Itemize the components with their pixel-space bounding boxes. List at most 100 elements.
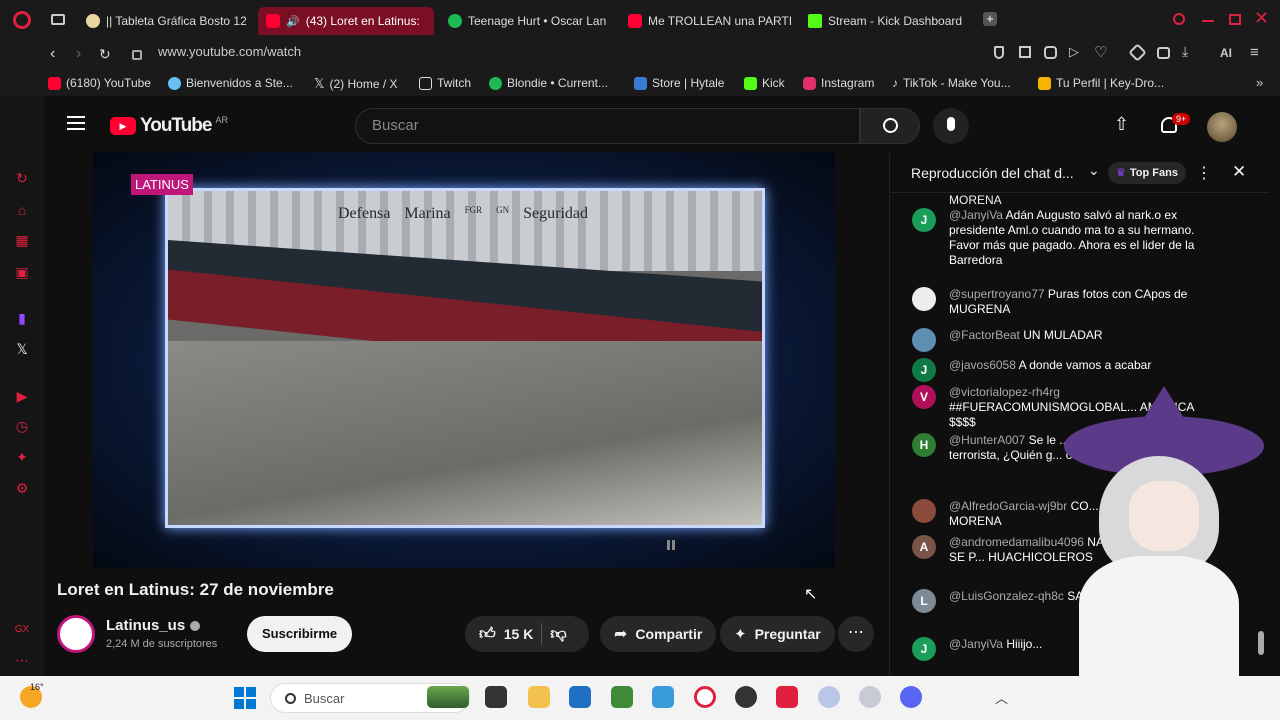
thumbs-down-icon[interactable]: 👎︎ bbox=[550, 625, 566, 644]
task-view-icon[interactable] bbox=[485, 686, 507, 708]
search-input[interactable]: Buscar bbox=[355, 108, 860, 144]
bookmark-steam[interactable]: Bienvenidos a Ste... bbox=[168, 76, 293, 90]
voice-search-button[interactable] bbox=[933, 108, 969, 144]
settings-icon[interactable]: ⚙ bbox=[14, 480, 30, 496]
tab-kick-dashboard[interactable]: Stream - Kick Dashboard bbox=[800, 7, 976, 35]
tiktok-taskbar-icon[interactable] bbox=[776, 686, 798, 708]
history-icon[interactable]: ◷ bbox=[14, 418, 30, 434]
messenger-icon[interactable]: ▣ bbox=[14, 264, 30, 280]
bookmark-twitch[interactable]: Twitch bbox=[419, 76, 471, 90]
new-tab-icon[interactable]: + bbox=[983, 12, 997, 26]
player-sidebar-icon[interactable]: ▶ bbox=[14, 388, 30, 404]
reload-icon[interactable]: ↻ bbox=[99, 46, 111, 63]
search-button[interactable] bbox=[860, 108, 920, 144]
search-tabs-icon[interactable] bbox=[1173, 13, 1185, 25]
tab-teenage-hurt[interactable]: Teenage Hurt • Oscar Lan bbox=[440, 7, 616, 35]
minimize-icon[interactable] bbox=[1202, 20, 1214, 22]
channel-name[interactable]: Latinus_us bbox=[106, 617, 201, 634]
avatar[interactable] bbox=[1207, 112, 1237, 142]
more-actions-button[interactable]: ⋯ bbox=[838, 616, 874, 652]
video-player[interactable]: LATINUS Defensa Marina FGR GN Seguridad bbox=[93, 152, 835, 568]
heart-icon[interactable]: ♡ bbox=[1094, 43, 1107, 61]
gx-icon[interactable]: GX bbox=[14, 622, 30, 638]
extensions-sidebar-icon[interactable]: ✦ bbox=[14, 449, 30, 465]
close-chat-icon[interactable]: ✕ bbox=[1232, 162, 1246, 182]
settings-app-icon[interactable] bbox=[859, 686, 881, 708]
snapshot-icon[interactable] bbox=[1019, 46, 1031, 58]
tab-me-trollean[interactable]: Me TROLLEAN una PARTI bbox=[620, 7, 796, 35]
forest-widget-icon[interactable] bbox=[427, 686, 469, 708]
share-button[interactable]: ➦ Compartir bbox=[600, 616, 717, 652]
download-icon[interactable]: ⤓ bbox=[1182, 43, 1188, 60]
tab-tableta[interactable]: || Tableta Gráfica Bosto 12 bbox=[78, 7, 254, 35]
subscribe-button[interactable]: Suscribirme bbox=[247, 616, 353, 652]
adblock-icon[interactable] bbox=[1044, 46, 1057, 59]
aria-icon[interactable]: ↻ bbox=[14, 170, 30, 186]
chat-author[interactable]: @HunterA007 bbox=[949, 433, 1025, 447]
minecraft-icon[interactable] bbox=[611, 686, 633, 708]
store-icon[interactable] bbox=[569, 686, 591, 708]
twitch-icon[interactable]: ▮ bbox=[14, 310, 30, 326]
tab-loret-latinus[interactable]: 🔊 (43) Loret en Latinus: bbox=[258, 7, 434, 35]
ai-button[interactable]: AI bbox=[1220, 46, 1232, 60]
close-window-icon[interactable]: ✕ bbox=[1254, 8, 1269, 29]
chat-author[interactable]: @JanyiVa bbox=[949, 637, 1003, 651]
chat-avatar[interactable]: H bbox=[912, 433, 936, 457]
chat-avatar[interactable] bbox=[912, 287, 936, 311]
back-icon[interactable]: ‹ bbox=[50, 45, 55, 63]
bookmark-instagram[interactable]: Instagram bbox=[803, 76, 874, 90]
bookmark-blondie[interactable]: Blondie • Current... bbox=[489, 76, 608, 90]
chat-avatar[interactable]: V bbox=[912, 385, 936, 409]
bookmark-youtube[interactable]: (6180) YouTube bbox=[48, 76, 151, 90]
notifications-button[interactable]: 9+ bbox=[1160, 113, 1191, 138]
menu-icon[interactable]: ≡ bbox=[1250, 44, 1259, 61]
like-button[interactable]: 👍︎ 15 K bbox=[479, 625, 533, 644]
chat-avatar[interactable] bbox=[912, 499, 936, 523]
ask-button[interactable]: ✦ Preguntar bbox=[720, 616, 835, 652]
bookmark-tiktok[interactable]: ♪ TikTok - Make You... bbox=[892, 76, 1011, 90]
top-fans-chip[interactable]: ♛ Top Fans bbox=[1108, 162, 1186, 184]
upload-icon[interactable]: ⇧ bbox=[1114, 114, 1129, 135]
channel-avatar[interactable] bbox=[57, 615, 95, 653]
file-explorer-icon[interactable] bbox=[528, 686, 550, 708]
chat-avatar[interactable]: J bbox=[912, 358, 936, 382]
chat-author[interactable]: @FactorBeat bbox=[949, 328, 1020, 342]
player-icon[interactable]: ▷ bbox=[1069, 44, 1079, 60]
chat-menu-icon[interactable]: ⋮ bbox=[1196, 163, 1212, 183]
photos-icon[interactable] bbox=[652, 686, 674, 708]
chat-avatar[interactable]: J bbox=[912, 208, 936, 232]
chat-avatar[interactable]: A bbox=[912, 535, 936, 559]
x-sidebar-icon[interactable]: 𝕏 bbox=[14, 341, 30, 357]
speaker-icon[interactable]: 🔊 bbox=[286, 15, 300, 28]
wallet-icon[interactable] bbox=[1157, 47, 1170, 59]
chat-avatar[interactable]: J bbox=[912, 637, 936, 661]
pin-icon[interactable] bbox=[994, 46, 1004, 59]
chat-author[interactable]: @javos6058 bbox=[949, 358, 1016, 372]
chat-author[interactable]: @supertroyano77 bbox=[949, 287, 1045, 301]
bookmark-x[interactable]: 𝕏 (2) Home / X bbox=[314, 76, 398, 92]
chevron-down-icon[interactable]: ⌄ bbox=[1088, 162, 1100, 179]
crypto-wallet-icon[interactable]: ⌂ bbox=[14, 202, 30, 218]
chat-avatar[interactable]: L bbox=[912, 589, 936, 613]
tray-chevron-icon[interactable]: ︿ bbox=[995, 688, 1008, 707]
bookmarks-more-icon[interactable]: » bbox=[1256, 75, 1263, 90]
bookmark-kick[interactable]: Kick bbox=[744, 76, 785, 90]
opera-logo-icon[interactable] bbox=[13, 11, 31, 29]
youtube-logo[interactable]: ▶ YouTube AR bbox=[110, 115, 228, 137]
url-field[interactable]: www.youtube.com/watch bbox=[158, 44, 301, 59]
vtuber-app-icon[interactable] bbox=[818, 686, 840, 708]
chat-avatar[interactable] bbox=[912, 328, 936, 352]
bookmark-keydrop[interactable]: Tu Perfil | Key-Dro... bbox=[1038, 76, 1164, 90]
forward-icon[interactable]: › bbox=[76, 45, 81, 63]
lock-icon[interactable] bbox=[132, 50, 142, 60]
extensions-icon[interactable] bbox=[1128, 43, 1147, 62]
tab-workspace-icon[interactable] bbox=[51, 14, 65, 25]
obs-icon[interactable] bbox=[735, 686, 757, 708]
chat-author[interactable]: @JanyiVa bbox=[949, 208, 1003, 222]
chat-title[interactable]: Reproducción del chat d... bbox=[911, 165, 1074, 181]
maximize-icon[interactable] bbox=[1229, 14, 1241, 25]
more-sidebar-icon[interactable]: ⋯ bbox=[14, 652, 30, 668]
start-button[interactable] bbox=[234, 687, 256, 709]
news-icon[interactable]: ▦ bbox=[14, 232, 30, 248]
hamburger-icon[interactable] bbox=[67, 116, 85, 130]
